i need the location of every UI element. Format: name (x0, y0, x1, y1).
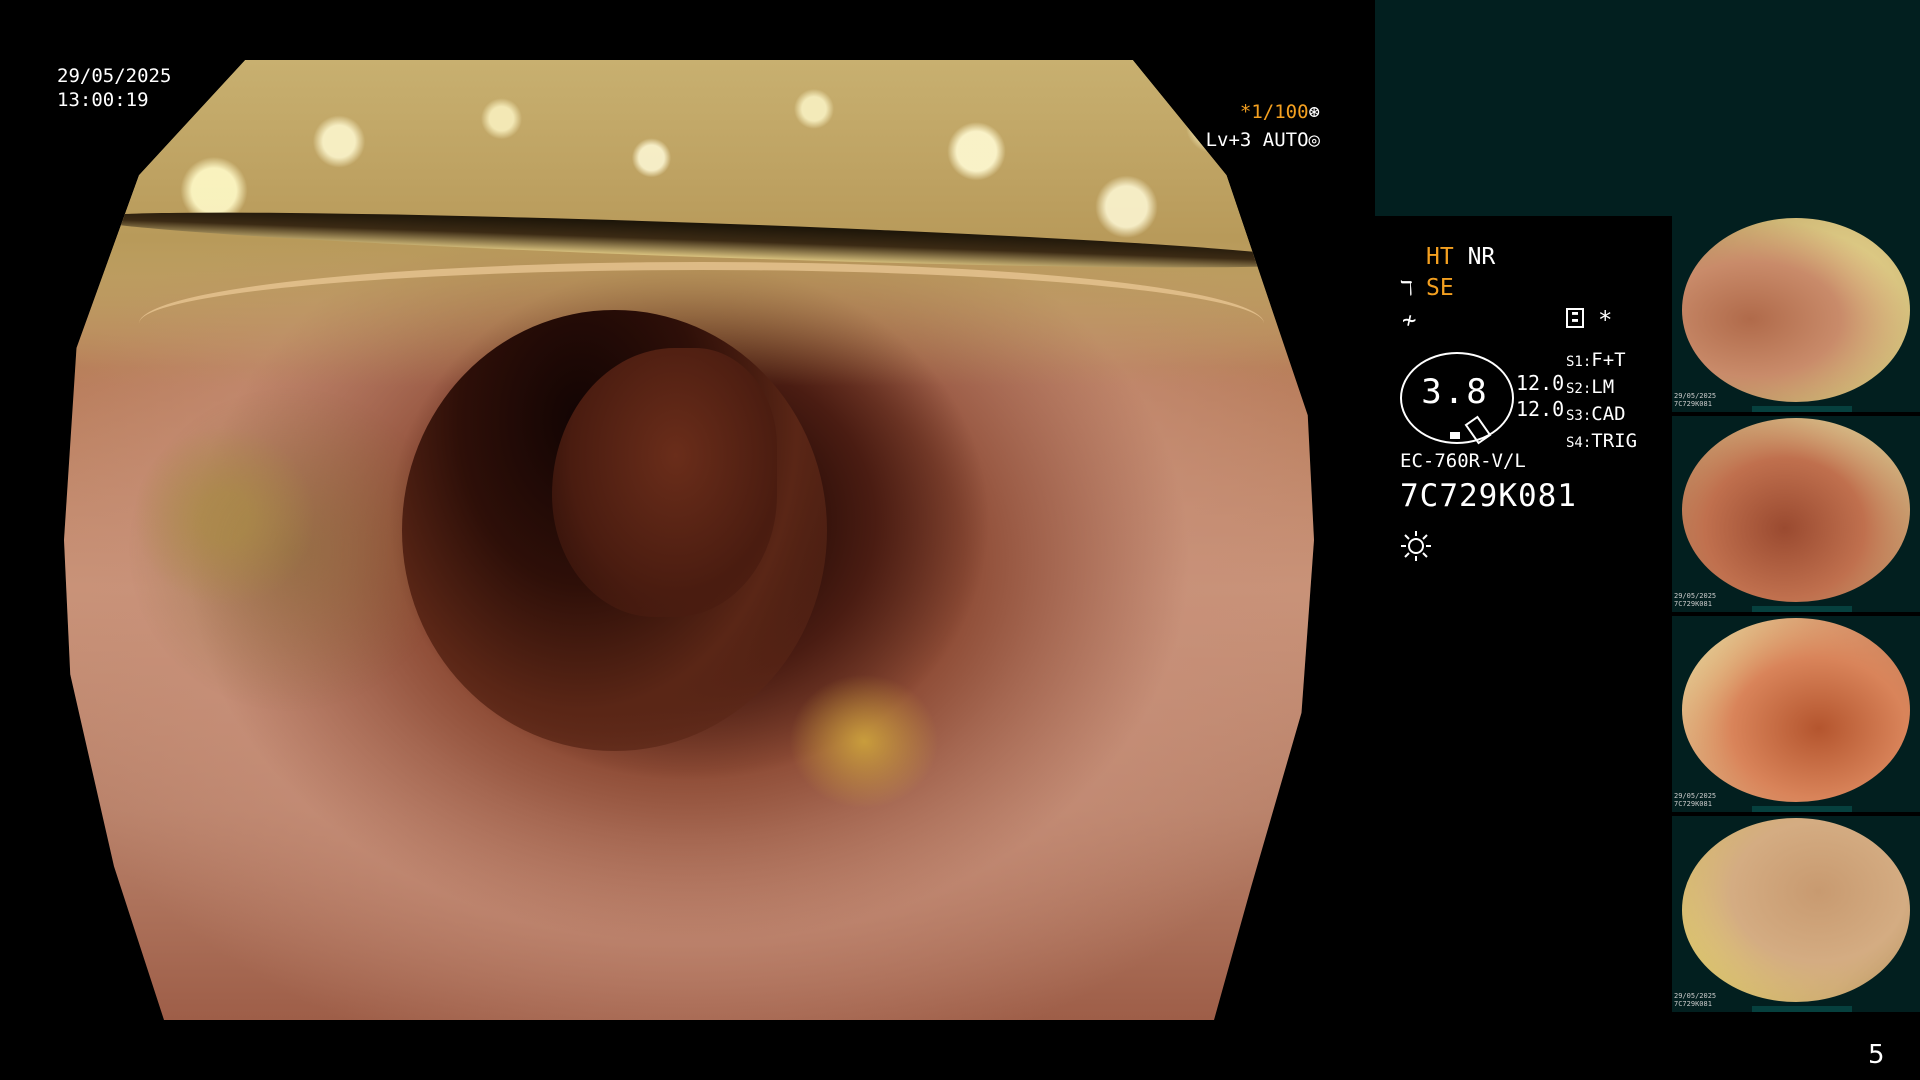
exposure-info: *1/100⊛ Lv+3 AUTO◎ (1190, 98, 1320, 154)
brightness-level: Lv+3 AUTO◎ (1190, 126, 1320, 154)
setting-key: S1: (1566, 354, 1592, 370)
gauge-value: 3.8 (1421, 372, 1489, 412)
thumbnail-meta: 29/05/2025 7C729K081 (1674, 592, 1717, 608)
aperture-icon: ⊛ (1308, 101, 1320, 123)
date-label: 29/05/2025 (57, 65, 172, 87)
gauge-base-icon (1450, 432, 1460, 439)
status-row-ht: HT NR (1426, 243, 1495, 271)
thumbnail-meta: 29/05/2025 7C729K081 (1674, 392, 1717, 408)
page-number: 5 (1868, 1040, 1885, 1070)
status-row-se: SE (1426, 274, 1454, 302)
endoscopy-screen: 29/05/2025 13:00:19 *1/100⊛ Lv+3 AUTO◎ H… (0, 0, 1920, 1080)
thumbnail-bar (1752, 1006, 1852, 1012)
time-label: 13:00:19 (57, 89, 149, 111)
scope-model: EC-760R-V/L (1400, 450, 1526, 472)
setting-value: TRIG (1591, 430, 1638, 452)
readout-2: 12.0 (1516, 397, 1565, 421)
thumbnail-image (1682, 818, 1910, 1002)
thumbnail-image (1682, 618, 1910, 802)
thumbnail-2[interactable]: 29/05/2025 7C729K081 (1672, 416, 1920, 612)
ht-flag: HT (1426, 244, 1454, 270)
shutter-label: *1/100 (1239, 101, 1309, 123)
setting-key: S3: (1566, 408, 1592, 424)
setting-s4: S4:TRIG (1566, 429, 1637, 456)
thumbnail-bar (1752, 406, 1852, 412)
thumbnail-meta: 29/05/2025 7C729K081 (1674, 792, 1717, 808)
top-info-panel (1375, 0, 1920, 216)
setting-s3: S3:CAD (1566, 402, 1637, 429)
fluid-debris-right (789, 674, 939, 809)
nr-flag: NR (1467, 244, 1496, 270)
setting-key: S4: (1566, 435, 1592, 451)
setting-s2: S2:LM (1566, 375, 1637, 402)
level-label: Lv+3 AUTO (1205, 129, 1309, 151)
thumbnail-3[interactable]: 29/05/2025 7C729K081 (1672, 616, 1920, 812)
asterisk-icon: * (1598, 306, 1613, 334)
thumbnail-4[interactable]: 29/05/2025 7C729K081 (1672, 816, 1920, 1012)
setting-value: F+T (1591, 349, 1626, 371)
readout-1: 12.0 (1516, 371, 1565, 395)
setting-s1: S1:F+T (1566, 348, 1637, 375)
scope-icon: ℸ (1400, 276, 1413, 300)
enhance-icon: ≁ (1402, 306, 1417, 334)
thumbnail-bar (1752, 806, 1852, 812)
se-flag: SE (1426, 275, 1454, 301)
thumbnail-image (1682, 218, 1910, 402)
thumbnail-meta: 29/05/2025 7C729K081 (1674, 992, 1717, 1008)
setting-value: LM (1591, 376, 1615, 398)
setting-key: S2: (1566, 381, 1592, 397)
endoscopic-view (64, 60, 1314, 1020)
scope-serial: 7C729K081 (1400, 478, 1577, 514)
switch-settings: S1:F+T S2:LM S3:CAD S4:TRIG (1566, 348, 1637, 456)
thumbnail-bar (1752, 606, 1852, 612)
setting-value: CAD (1591, 403, 1626, 425)
record-icon: ▬ ▬ ▬ (1566, 308, 1584, 328)
auto-icon: ◎ (1308, 129, 1320, 151)
light-source-icon (1401, 531, 1431, 561)
date-time: 29/05/2025 13:00:19 (57, 64, 171, 112)
thumbnail-image (1682, 418, 1910, 602)
thumbnail-1[interactable]: 29/05/2025 7C729K081 (1672, 216, 1920, 412)
numeric-readouts: 12.0 12.0 (1516, 370, 1564, 422)
shutter-speed: *1/100⊛ (1190, 98, 1320, 126)
